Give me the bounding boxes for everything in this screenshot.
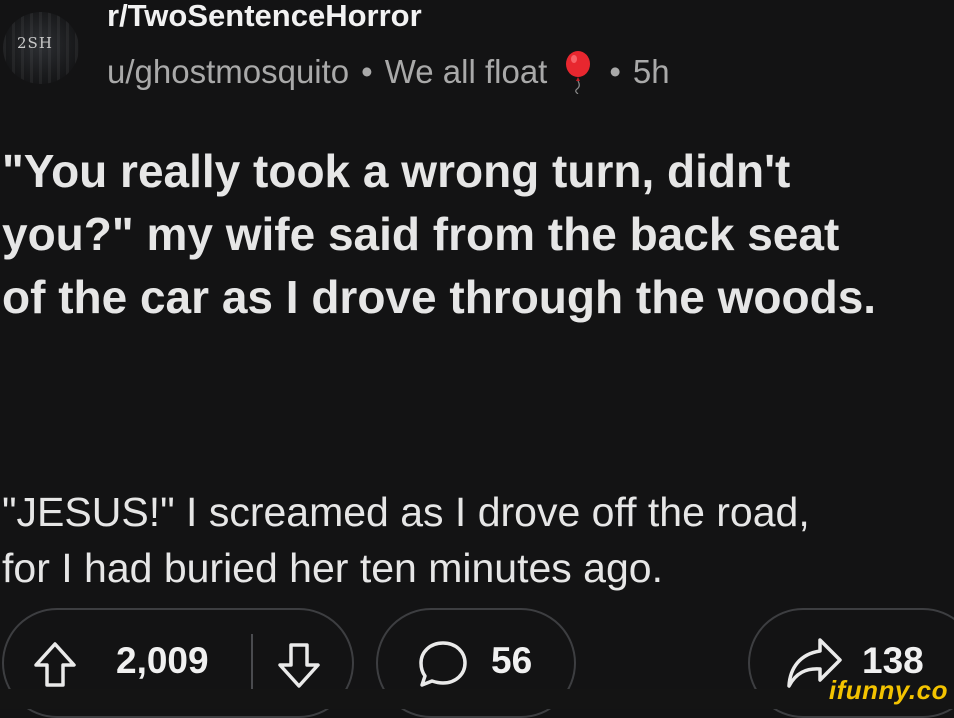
username[interactable]: u/ghostmosquito <box>107 53 349 91</box>
upvote-arrow-icon[interactable] <box>32 641 78 689</box>
user-flair: We all float <box>384 53 548 90</box>
bottom-strip <box>0 689 954 709</box>
downvote-arrow-icon[interactable] <box>276 641 322 689</box>
meta-separator: • <box>361 53 373 90</box>
vote-divider <box>251 634 253 690</box>
post-title[interactable]: "You really took a wrong turn, didn't yo… <box>2 140 954 329</box>
comment-bubble-icon[interactable] <box>417 639 469 689</box>
red-balloon-icon <box>566 51 591 94</box>
meta-separator-2: • <box>609 53 621 90</box>
post-body: "JESUS!" I screamed as I drove off the r… <box>2 489 810 591</box>
ifunny-watermark: ifunny.co <box>828 675 948 705</box>
vote-score: 2,009 <box>116 640 209 681</box>
comment-count: 56 <box>491 640 533 681</box>
subreddit-name[interactable]: r/TwoSentenceHorror <box>107 0 422 34</box>
post-meta: u/ghostmosquito • We all float • 5h <box>107 50 670 94</box>
subreddit-avatar[interactable]: 2SH <box>3 12 79 84</box>
post-age: 5h <box>632 53 670 90</box>
avatar-label: 2SH <box>17 34 53 52</box>
